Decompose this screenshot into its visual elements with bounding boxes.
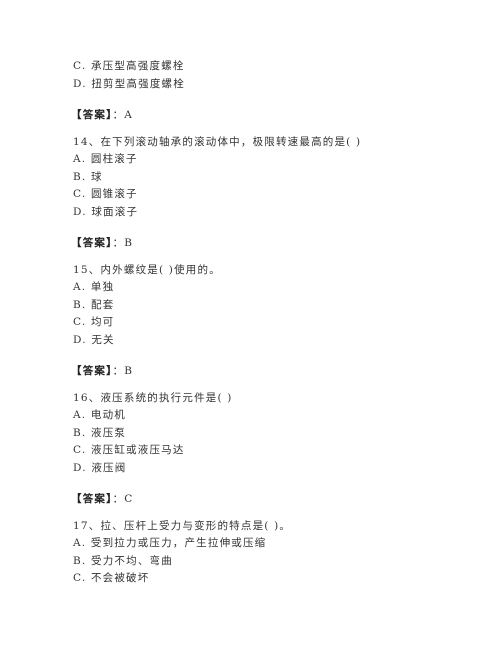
- question-16: 16、液压系统的执行元件是( ) A. 电动机 B. 液压泵 C. 液压缸或液压…: [71, 390, 453, 509]
- answer-line: 【答案】：B: [71, 363, 453, 381]
- option-text: 液压缸或液压马达: [90, 444, 185, 456]
- question-number: 15、: [73, 263, 101, 276]
- option-b: B. 液压泵: [73, 425, 453, 443]
- question-number: 14、: [73, 135, 101, 148]
- option-b: B. 受力不均、弯曲: [73, 553, 453, 571]
- answer-separator: ：: [112, 237, 125, 249]
- option-label: A.: [73, 537, 87, 549]
- option-b: B. 球: [73, 169, 453, 187]
- answer-separator: ：: [112, 109, 125, 121]
- answer-value: C: [124, 493, 134, 505]
- option-d: D. 扭剪型高强度螺栓: [73, 76, 453, 94]
- option-label: B.: [73, 170, 87, 183]
- question-14: 14、在下列滚动轴承的滚动体中，极限转速最高的是( ) A. 圆柱滚子 B. 球…: [71, 134, 453, 253]
- question-stem: 15、内外螺纹是( )使用的。: [73, 262, 453, 280]
- option-label: D.: [73, 333, 87, 346]
- option-a: A. 单独: [73, 279, 453, 297]
- option-text: 球面滚子: [91, 205, 139, 218]
- option-text: 不会被破坏: [90, 572, 150, 584]
- option-c: C. 不会被破坏: [73, 570, 453, 588]
- option-d: D. 液压阀: [73, 460, 453, 478]
- answer-prefix: 【答案】: [71, 109, 113, 121]
- option-b: B. 配套: [73, 297, 453, 315]
- option-text: 扭剪型高强度螺栓: [91, 77, 185, 90]
- question-stem: 14、在下列滚动轴承的滚动体中，极限转速最高的是( ): [73, 134, 453, 152]
- answer-prefix: 【答案】: [71, 493, 113, 505]
- option-a: A. 受到拉力或压力，产生拉伸或压缩: [73, 535, 453, 553]
- option-label: B.: [73, 426, 87, 439]
- question-text: 拉、压杆上受力与变形的特点是( )。: [100, 519, 292, 532]
- answer-line: 【答案】：B: [71, 235, 453, 253]
- option-label: C.: [73, 316, 87, 328]
- option-text: 液压阀: [91, 461, 127, 474]
- option-text: 配套: [91, 298, 115, 311]
- question-stem: 16、液压系统的执行元件是( ): [73, 390, 453, 408]
- option-text: 均可: [90, 316, 115, 328]
- answer-value: B: [124, 237, 134, 249]
- answer-prefix: 【答案】: [71, 237, 113, 249]
- option-label: D.: [73, 461, 87, 474]
- answer-line: 【答案】：A: [71, 107, 453, 125]
- option-d: D. 无关: [73, 332, 453, 350]
- option-label: A.: [73, 281, 87, 293]
- answer-separator: ：: [112, 493, 125, 505]
- answer-value: B: [124, 365, 134, 377]
- option-label: D.: [73, 77, 87, 90]
- option-c: C. 圆锥滚子: [73, 186, 453, 204]
- option-label: C.: [73, 444, 87, 456]
- option-text: 电动机: [90, 409, 126, 421]
- question-text: 液压系统的执行元件是( ): [100, 391, 233, 404]
- option-text: 承压型高强度螺栓: [90, 60, 185, 72]
- option-c: C. 承压型高强度螺栓: [73, 58, 453, 76]
- option-label: B.: [73, 554, 87, 567]
- option-text: 无关: [91, 333, 115, 346]
- option-label: C.: [73, 572, 87, 584]
- option-text: 单独: [90, 281, 115, 293]
- answer-value: A: [124, 109, 134, 121]
- question-number: 17、: [73, 519, 101, 532]
- option-text: 受力不均、弯曲: [91, 554, 173, 567]
- question-17: 17、拉、压杆上受力与变形的特点是( )。 A. 受到拉力或压力，产生拉伸或压缩…: [73, 518, 453, 588]
- option-label: C.: [73, 60, 87, 72]
- option-text: 液压泵: [91, 426, 127, 439]
- option-text: 球: [91, 170, 103, 183]
- option-c: C. 液压缸或液压马达: [73, 442, 453, 460]
- answer-prefix: 【答案】: [71, 365, 113, 377]
- option-label: A.: [73, 153, 87, 165]
- option-text: 圆锥滚子: [90, 188, 138, 200]
- document-page: C. 承压型高强度螺栓 D. 扭剪型高强度螺栓 【答案】：A 14、在下列滚动轴…: [71, 58, 453, 588]
- option-label: C.: [73, 188, 87, 200]
- option-a: A. 圆柱滚子: [73, 151, 453, 169]
- question-stem: 17、拉、压杆上受力与变形的特点是( )。: [73, 518, 453, 536]
- question-text: 内外螺纹是( )使用的。: [100, 263, 221, 276]
- question-13-tail: C. 承压型高强度螺栓 D. 扭剪型高强度螺栓 【答案】：A: [71, 58, 453, 125]
- option-c: C. 均可: [73, 314, 453, 332]
- answer-separator: ：: [112, 365, 125, 377]
- question-15: 15、内外螺纹是( )使用的。 A. 单独 B. 配套 C. 均可 D. 无关 …: [71, 262, 453, 381]
- option-label: A.: [73, 409, 87, 421]
- option-text: 圆柱滚子: [90, 153, 138, 165]
- question-text: 在下列滚动轴承的滚动体中，极限转速最高的是( ): [100, 135, 362, 148]
- option-text: 受到拉力或压力，产生拉伸或压缩: [90, 537, 267, 549]
- option-d: D. 球面滚子: [73, 204, 453, 222]
- option-label: B.: [73, 298, 87, 311]
- option-label: D.: [73, 205, 87, 218]
- answer-line: 【答案】：C: [71, 491, 453, 509]
- question-number: 16、: [73, 391, 101, 404]
- option-a: A. 电动机: [73, 407, 453, 425]
